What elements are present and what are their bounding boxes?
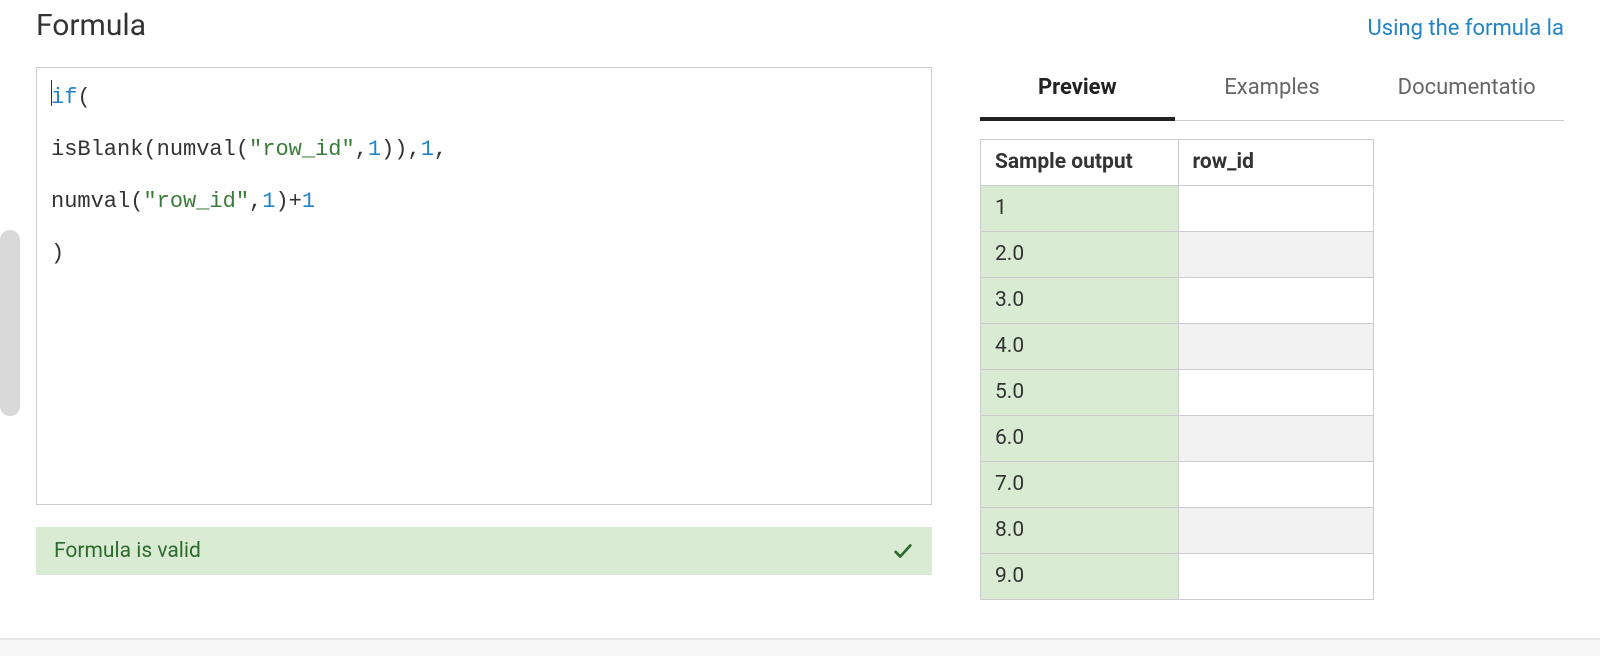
- tab-preview[interactable]: Preview: [980, 67, 1175, 120]
- token-plain: numval: [51, 189, 130, 214]
- editor-line: if(: [51, 80, 917, 109]
- editor-line: isBlank(numval("row_id",1)),1,: [51, 139, 917, 161]
- token-plain: (: [130, 189, 143, 214]
- cell-sample-output: 2.0: [981, 232, 1179, 278]
- token-plain: (: [236, 137, 249, 162]
- table-row: 5.0: [981, 370, 1374, 416]
- token-plain: ): [51, 241, 64, 266]
- table-row: 9.0: [981, 554, 1374, 600]
- token-plain: ,: [355, 137, 368, 162]
- token-plain: (: [77, 85, 90, 110]
- token-num: 1: [262, 189, 275, 214]
- cell-sample-output: 1: [981, 186, 1179, 232]
- token-plain: numval: [157, 137, 236, 162]
- cell-sample-output: 8.0: [981, 508, 1179, 554]
- token-plain: ,: [249, 189, 262, 214]
- formula-status-message: Formula is valid: [54, 539, 201, 563]
- table-row: 7.0: [981, 462, 1374, 508]
- cell-row-id: [1178, 554, 1373, 600]
- token-plain: )+: [275, 189, 301, 214]
- table-row: 1: [981, 186, 1374, 232]
- token-plain: )),: [381, 137, 421, 162]
- token-plain: ,: [434, 137, 447, 162]
- section-title: Formula: [36, 8, 146, 43]
- divider-shadow: [0, 640, 1600, 656]
- cell-row-id: [1178, 416, 1373, 462]
- token-plain: isBlank: [51, 137, 143, 162]
- cell-sample-output: 6.0: [981, 416, 1179, 462]
- cell-sample-output: 9.0: [981, 554, 1179, 600]
- preview-tabs: PreviewExamplesDocumentatio: [980, 67, 1564, 121]
- cell-sample-output: 5.0: [981, 370, 1179, 416]
- cell-row-id: [1178, 324, 1373, 370]
- preview-table: Sample outputrow_id12.03.04.05.06.07.08.…: [980, 139, 1374, 600]
- tab-documentation[interactable]: Documentatio: [1369, 67, 1564, 120]
- cell-row-id: [1178, 370, 1373, 416]
- cell-sample-output: 3.0: [981, 278, 1179, 324]
- help-link-formula-language[interactable]: Using the formula la: [1367, 16, 1564, 41]
- table-row: 2.0: [981, 232, 1374, 278]
- token-str: "row_id": [143, 189, 249, 214]
- column-header: Sample output: [981, 140, 1179, 186]
- table-row: 4.0: [981, 324, 1374, 370]
- cell-row-id: [1178, 186, 1373, 232]
- token-plain: (: [143, 137, 156, 162]
- cell-row-id: [1178, 278, 1373, 324]
- token-num: 1: [421, 137, 434, 162]
- editor-line: numval("row_id",1)+1: [51, 191, 917, 213]
- editor-line: ): [51, 243, 917, 265]
- check-icon: [892, 540, 914, 562]
- tab-examples[interactable]: Examples: [1175, 67, 1370, 120]
- cell-row-id: [1178, 232, 1373, 278]
- cell-row-id: [1178, 462, 1373, 508]
- formula-status-bar: Formula is valid: [36, 527, 932, 575]
- cell-sample-output: 4.0: [981, 324, 1179, 370]
- cell-row-id: [1178, 508, 1373, 554]
- token-str: "row_id": [249, 137, 355, 162]
- table-row: 8.0: [981, 508, 1374, 554]
- formula-editor[interactable]: if(isBlank(numval("row_id",1)),1,numval(…: [36, 67, 932, 505]
- table-row: 6.0: [981, 416, 1374, 462]
- cell-sample-output: 7.0: [981, 462, 1179, 508]
- token-kw: if: [51, 85, 77, 110]
- token-num: 1: [368, 137, 381, 162]
- table-row: 3.0: [981, 278, 1374, 324]
- column-header: row_id: [1178, 140, 1373, 186]
- token-num: 1: [302, 189, 315, 214]
